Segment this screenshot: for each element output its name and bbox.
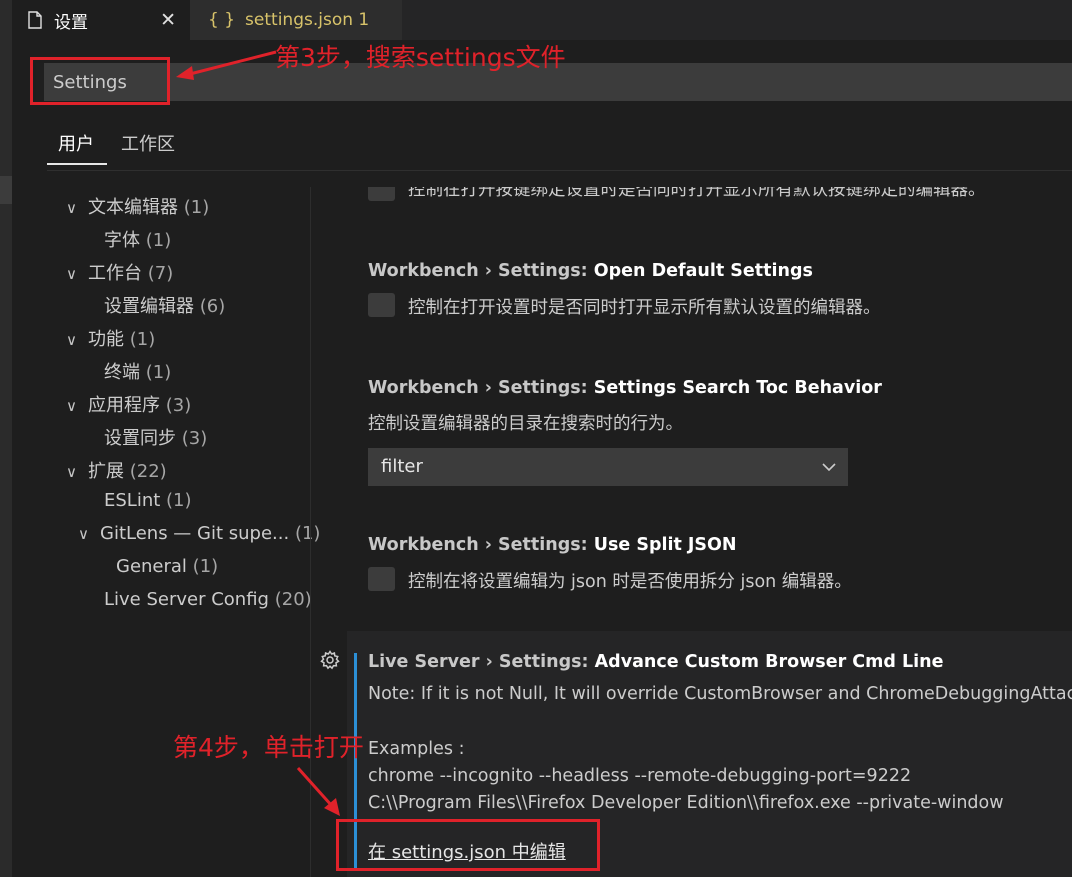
tab-settings-json[interactable]: { } settings.json 1 <box>190 0 402 40</box>
chevron-down-icon: ∨ <box>66 199 77 217</box>
setting-description: 控制在打开按键绑定设置时是否同时打开显示所有默认按键绑定的编辑器。 <box>408 187 986 200</box>
annotation-step3: 第3步，搜索settings文件 <box>275 43 566 72</box>
gear-icon[interactable] <box>319 649 341 671</box>
select-value: filter <box>381 456 423 477</box>
tab-workspace[interactable]: 工作区 <box>121 130 175 156</box>
chevron-down-icon: ∨ <box>66 265 77 283</box>
search-toc-behavior-select[interactable]: filter <box>368 448 848 486</box>
chevron-down-icon: ∨ <box>66 331 77 349</box>
toc-item-extensions[interactable]: ∨ 扩展 (22) <box>66 457 167 483</box>
open-default-settings-checkbox[interactable] <box>368 293 395 317</box>
setting-description: 控制设置编辑器的目录在搜索时的行为。 <box>368 414 683 434</box>
setting-title-search-toc-behavior: Workbench › Settings: Settings Search To… <box>368 378 882 398</box>
tab-settings-json-label: settings.json 1 <box>245 10 370 30</box>
active-tab-underline <box>47 163 107 165</box>
example-line: C:\\Program Files\\Firefox Developer Edi… <box>368 793 1004 813</box>
examples-label: Examples : <box>368 739 465 759</box>
use-split-json-checkbox[interactable] <box>368 567 395 591</box>
activity-indicator <box>0 176 12 204</box>
setting-description: 控制在打开设置时是否同时打开显示所有默认设置的编辑器。 <box>408 298 881 318</box>
annotation-arrow-icon <box>176 50 277 80</box>
tab-settings-label: 设置 <box>54 12 88 33</box>
annotation-arrow-icon <box>296 766 340 816</box>
setting-note: Note: If it is not Null, It will overrid… <box>368 684 1072 704</box>
header-divider <box>47 170 1072 171</box>
file-icon <box>28 11 42 29</box>
tab-user[interactable]: 用户 <box>58 130 94 156</box>
close-icon[interactable]: ✕ <box>160 9 176 31</box>
braces-icon: { } <box>208 10 236 30</box>
toc-item-live-server-config[interactable]: Live Server Config (20) <box>104 589 312 610</box>
tab-settings[interactable]: 设置 ✕ <box>12 0 190 40</box>
toc-item-eslint[interactable]: ESLint (1) <box>104 490 192 511</box>
toc-item-terminal[interactable]: 终端 (1) <box>104 358 171 384</box>
partial-setting: 控制在打开按键绑定设置时是否同时打开显示所有默认按键绑定的编辑器。 <box>330 187 1072 207</box>
editor-tab-bar: 设置 ✕ { } settings.json 1 <box>12 0 1072 40</box>
setting-description: 控制在将设置编辑为 json 时是否使用拆分 json 编辑器。 <box>408 572 852 592</box>
toc-item-font[interactable]: 字体 (1) <box>104 226 171 252</box>
toc-item-features[interactable]: ∨ 功能 (1) <box>66 325 155 351</box>
chevron-down-icon: ∨ <box>66 463 77 481</box>
toc-item-text-editor[interactable]: ∨ 文本编辑器 (1) <box>66 193 209 219</box>
annotation-box-search <box>30 57 170 105</box>
toc-item-workbench[interactable]: ∨ 工作台 (7) <box>66 259 173 285</box>
setting-note-clip: Note: If it is not Null, It will overrid… <box>368 684 1072 710</box>
toc-item-settings-sync[interactable]: 设置同步 (3) <box>104 424 207 450</box>
setting-title-advance-custom-browser-cmd-line: Live Server › Settings: Advance Custom B… <box>368 652 944 672</box>
example-line: chrome --incognito --headless --remote-d… <box>368 766 912 786</box>
chevron-down-icon: ∨ <box>78 525 89 543</box>
toc-item-settings-editor[interactable]: 设置编辑器 (6) <box>104 292 225 318</box>
chevron-down-icon: ∨ <box>66 397 77 415</box>
annotation-step4: 第4步，单击打开 <box>173 733 364 762</box>
activity-bar <box>0 0 12 877</box>
annotation-box-link <box>336 819 600 871</box>
chevron-down-icon <box>822 463 836 472</box>
toc-item-gitlens[interactable]: ∨ GitLens — Git supe... (1) <box>78 523 320 544</box>
setting-title-open-default-settings: Workbench › Settings: Open Default Setti… <box>368 261 813 281</box>
toc-item-application[interactable]: ∨ 应用程序 (3) <box>66 391 191 417</box>
toc-item-general[interactable]: General (1) <box>116 556 218 577</box>
checkbox[interactable] <box>368 187 395 201</box>
setting-title-use-split-json: Workbench › Settings: Use Split JSON <box>368 535 737 555</box>
